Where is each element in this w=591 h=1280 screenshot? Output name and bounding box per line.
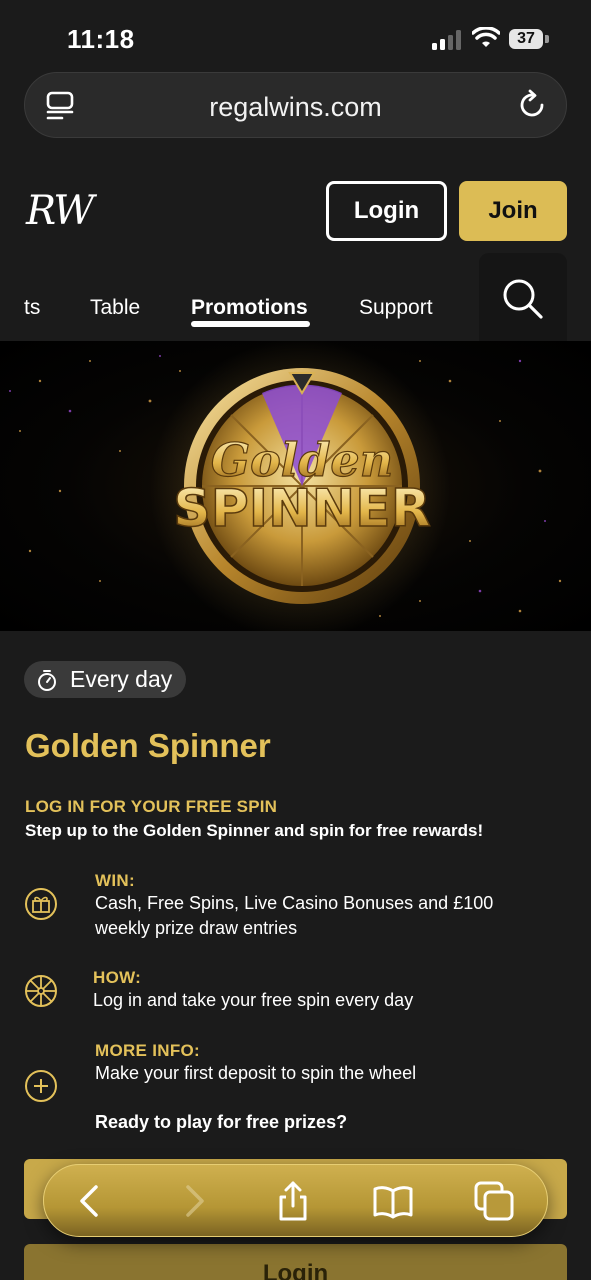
address-bar[interactable]: regalwins.com	[24, 72, 567, 138]
cellular-signal-icon	[432, 30, 461, 50]
nav-item-ts[interactable]: ts	[24, 296, 40, 320]
promo-tagline: Step up to the Golden Spinner and spin f…	[25, 821, 484, 840]
golden-spinner-wheel-image: Golden SPINNER	[9, 341, 562, 631]
frequency-badge-label: Every day	[70, 666, 173, 692]
browser-toolbar	[43, 1164, 548, 1237]
wheel-icon	[25, 975, 57, 1007]
site-logo[interactable]: RW	[26, 188, 94, 234]
promo-title: Golden Spinner	[25, 727, 271, 764]
promo-login-button[interactable]: Login	[24, 1244, 567, 1280]
status-bar: 11:18 37	[0, 0, 591, 74]
nav-item-table[interactable]: Table	[90, 296, 140, 320]
nav-item-support[interactable]: Support	[359, 296, 433, 320]
status-time: 11:18	[67, 24, 135, 54]
frequency-badge: Every day	[24, 661, 187, 698]
active-tab-indicator	[191, 321, 310, 327]
back-icon[interactable]	[68, 1179, 112, 1223]
reload-icon[interactable]	[518, 89, 548, 121]
share-icon[interactable]	[271, 1179, 315, 1223]
more-info-text: Make your first deposit to spin the whee…	[95, 1063, 417, 1083]
battery-tip	[545, 35, 549, 43]
more-info-heading: MORE INFO:	[95, 1041, 200, 1060]
bookmarks-icon[interactable]	[371, 1179, 415, 1223]
stopwatch-icon	[38, 670, 56, 691]
promo-banner: Golden SPINNER	[0, 341, 591, 631]
battery-level: 37	[509, 29, 543, 49]
nav-item-promotions[interactable]: Promotions	[191, 296, 308, 320]
join-button[interactable]: Join	[459, 181, 567, 241]
tabs-icon[interactable]	[472, 1179, 516, 1223]
win-heading: WIN:	[95, 871, 135, 890]
search-button[interactable]	[479, 253, 567, 341]
search-icon	[503, 279, 543, 319]
plus-circle-icon	[25, 1070, 57, 1102]
how-heading: HOW:	[93, 968, 142, 987]
promo-subtitle: LOG IN FOR YOUR FREE SPIN	[25, 797, 278, 816]
cta-question: Ready to play for free prizes?	[95, 1112, 348, 1132]
win-text: Cash, Free Spins, Live Casino Bonuses an…	[95, 893, 494, 938]
forward-icon[interactable]	[172, 1179, 216, 1223]
banner-title-spinner: SPINNER	[173, 479, 431, 539]
url-text[interactable]: regalwins.com	[25, 92, 566, 123]
gift-icon	[25, 888, 57, 920]
wifi-icon	[472, 27, 500, 47]
how-text: Log in and take your free spin every day	[93, 990, 414, 1010]
header-login-button[interactable]: Login	[326, 181, 447, 241]
